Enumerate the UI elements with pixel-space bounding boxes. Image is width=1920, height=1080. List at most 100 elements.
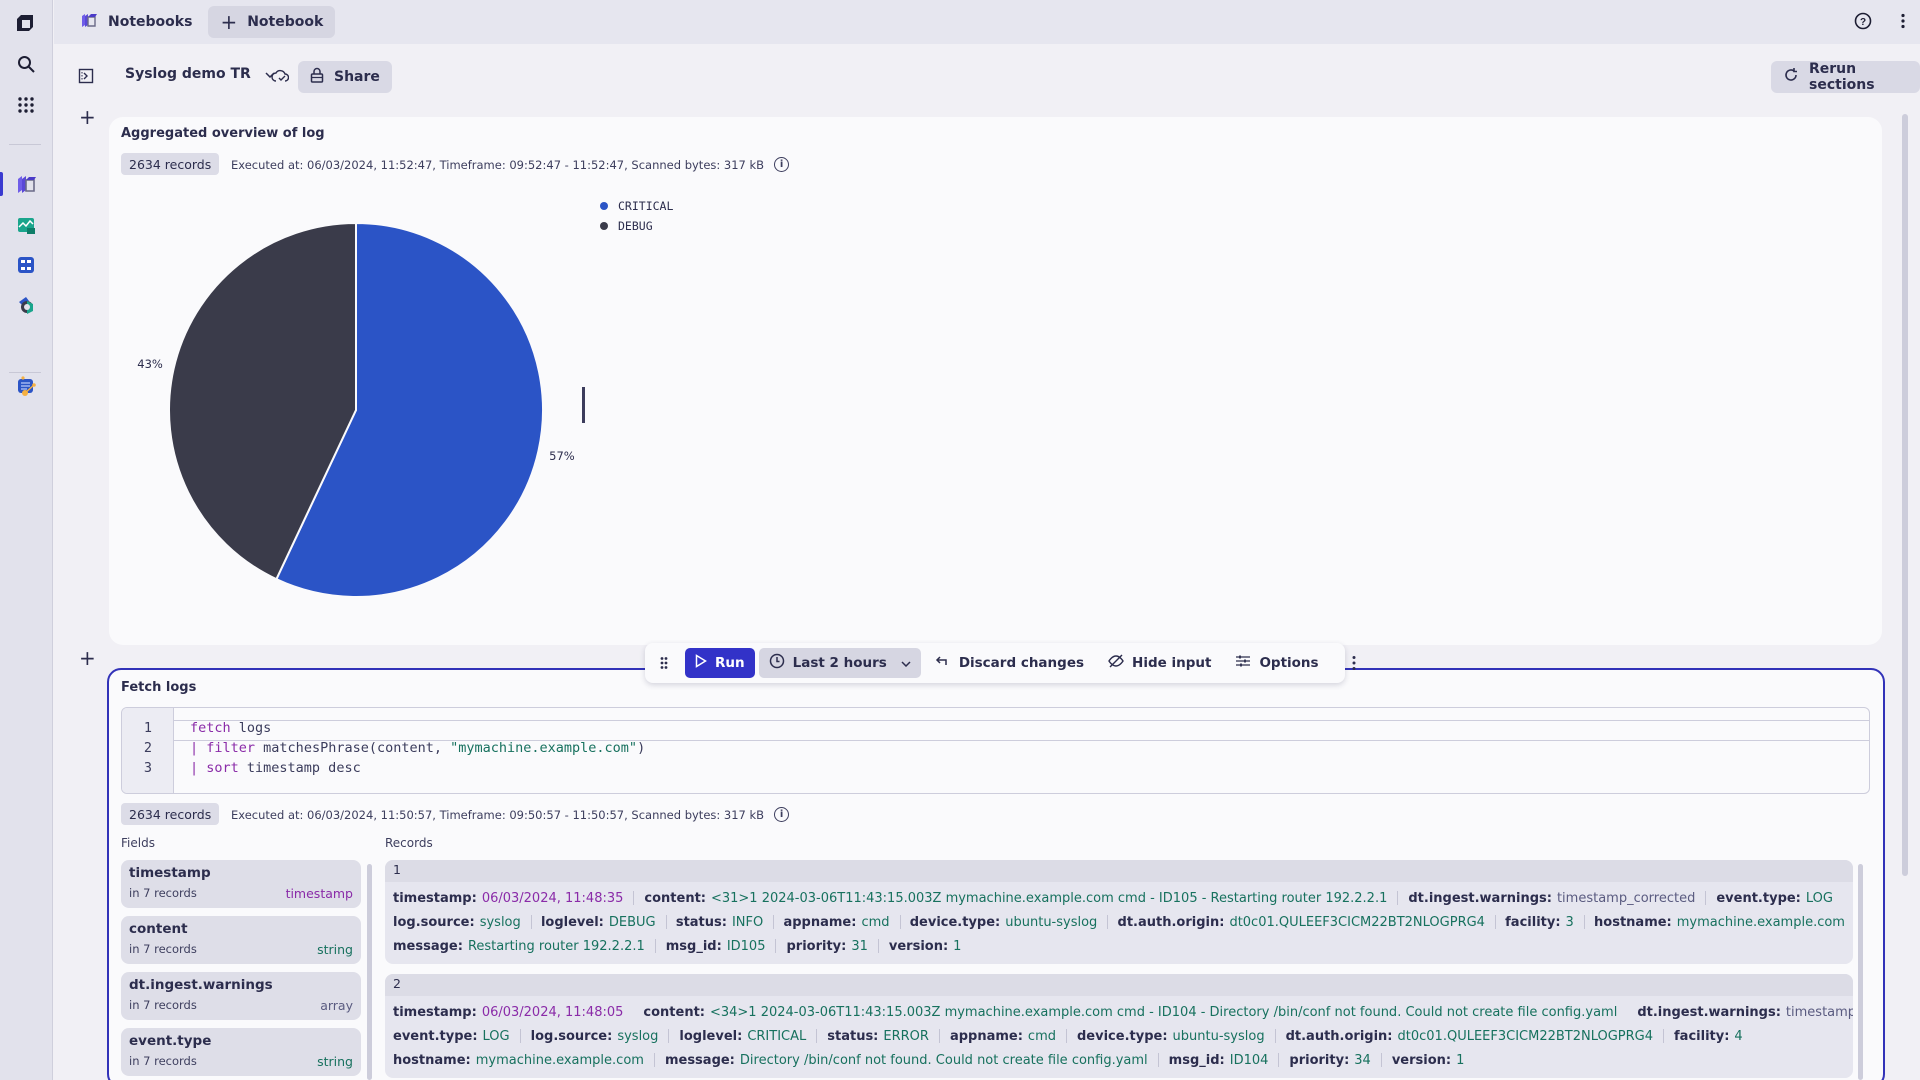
syslog-app-icon[interactable] [14, 374, 38, 398]
dynatrace-logo-icon[interactable] [14, 12, 38, 36]
notebooks-app-tab[interactable]: Notebooks [68, 6, 204, 38]
search-icon[interactable] [14, 52, 38, 76]
record-field[interactable]: version: 1 [889, 939, 962, 954]
record-field-value: syslog [479, 914, 521, 930]
record-field[interactable]: loglevel: CRITICAL [679, 1029, 806, 1044]
hide-input-button[interactable]: Hide input [1098, 648, 1221, 678]
record-field-value: 06/03/2024, 11:48:05 [481, 1004, 624, 1020]
record-field[interactable]: timestamp: 06/03/2024, 11:48:05 [393, 1005, 623, 1020]
code-line[interactable]: fetch logs [190, 720, 271, 736]
record-field-value: 31 [851, 938, 868, 954]
record-field[interactable]: content: <31>1 2024-03-06T11:43:15.003Z m… [644, 891, 1387, 906]
record-field[interactable]: version: 1 [1392, 1053, 1465, 1068]
share-button[interactable]: Share [298, 61, 392, 93]
workflows-app-icon[interactable] [14, 253, 38, 277]
hide-input-label: Hide input [1132, 655, 1212, 671]
record-item[interactable]: 1 timestamp: 06/03/2024, 11:48:35 content: <… [385, 860, 1853, 964]
record-field[interactable]: facility: 3 [1505, 915, 1574, 930]
dashboards-app-icon[interactable] [14, 213, 38, 237]
separator [1157, 1053, 1159, 1067]
undo-icon [935, 654, 951, 672]
record-field[interactable]: dt.ingest.warnings:timestamp_corrected [1408, 891, 1695, 906]
record-field-value: <31>1 2024-03-06T11:43:15.003Z mymachine… [710, 890, 1388, 906]
record-field[interactable]: priority: 31 [786, 939, 867, 954]
separator [877, 939, 879, 953]
record-field[interactable]: status: ERROR [827, 1029, 929, 1044]
fields-scrollbar[interactable] [367, 864, 372, 1080]
add-section-plus-icon[interactable]: + [79, 107, 96, 127]
record-field[interactable]: status: INFO [676, 915, 763, 930]
record-field-key: log.source: [530, 1028, 613, 1044]
record-field[interactable]: log.source: syslog [393, 915, 521, 930]
record-field[interactable]: appname: cmd [950, 1029, 1056, 1044]
notebook-title-dropdown[interactable]: Syslog demo TR [125, 66, 275, 82]
record-field[interactable]: message: Restarting router 192.2.2.1 [393, 939, 645, 954]
field-item[interactable]: event.type in 7 records string [121, 1028, 361, 1076]
record-field[interactable]: content: <34>1 2024-03-06T11:43:15.003Z m… [643, 1005, 1617, 1020]
discard-changes-button[interactable]: Discard changes [925, 648, 1094, 678]
chart-legend: CRITICAL DEBUG [600, 196, 673, 236]
record-item[interactable]: 2 timestamp: 06/03/2024, 11:48:05 content: <… [385, 974, 1853, 1078]
records-scrollbar[interactable] [1858, 864, 1863, 1080]
help-circle-icon[interactable]: ? [1854, 12, 1872, 34]
toggle-outline-icon[interactable] [78, 68, 94, 88]
record-field-key: status: [675, 914, 727, 930]
record-field[interactable]: msg_id: ID104 [1169, 1053, 1269, 1068]
rerun-sections-button[interactable]: Rerun sections [1771, 61, 1920, 93]
drag-handle-icon[interactable] [651, 648, 677, 678]
record-field[interactable]: device.type: ubuntu-syslog [910, 915, 1098, 930]
line-number: 2 [143, 740, 153, 756]
field-item[interactable]: timestamp in 7 records timestamp [121, 860, 361, 908]
record-field[interactable]: message: Directory /bin/conf not found. C… [665, 1053, 1148, 1068]
info-icon-2[interactable]: i [774, 807, 790, 822]
record-field[interactable]: hostname: mymachine.example.com [1594, 915, 1845, 930]
record-field-key: event.type: [1716, 890, 1801, 906]
legend-item-critical[interactable]: CRITICAL [600, 196, 673, 216]
page-scrollbar[interactable] [1902, 114, 1908, 876]
separator [1397, 891, 1399, 905]
record-field[interactable]: log.source: syslog [531, 1029, 659, 1044]
record-field[interactable]: priority: 34 [1289, 1053, 1370, 1068]
sliders-icon [1235, 654, 1251, 672]
add-section-plus-icon-2[interactable]: + [79, 648, 96, 668]
more-vertical-icon[interactable] [1900, 13, 1906, 33]
field-item[interactable]: dt.ingest.warnings in 7 records array [121, 972, 361, 1020]
record-field-value: LOG [482, 1028, 510, 1044]
legend-item-debug[interactable]: DEBUG [600, 216, 673, 236]
code-line[interactable]: | sort timestamp desc [190, 760, 361, 776]
dql-query-editor[interactable]: 1 fetch logs 2 | filter matchesPhrase(conte… [121, 707, 1870, 794]
field-item[interactable]: content in 7 records string [121, 916, 361, 964]
code-line[interactable]: | filter matchesPhrase(content, "mymachi… [190, 740, 645, 756]
timeframe-selector[interactable]: Last 2 hours [758, 648, 921, 678]
notebook-title: Syslog demo TR [125, 66, 251, 82]
clock-icon [769, 653, 785, 673]
record-field[interactable]: dt.auth.origin: dt0c01.QULEEF3CICM22BT2NL… [1286, 1029, 1653, 1044]
record-field[interactable]: dt.ingest.warnings:timestamp_corrected [1637, 1005, 1853, 1020]
record-field[interactable]: device.type: ubuntu-syslog [1077, 1029, 1265, 1044]
separator [816, 1029, 818, 1043]
app-name: Notebooks [108, 14, 193, 30]
chart-resize-handle[interactable] [582, 387, 585, 423]
record-field-value: ubuntu-syslog [1005, 914, 1098, 930]
new-notebook-button[interactable]: + Notebook [208, 6, 336, 38]
record-field-value: 4 [1734, 1028, 1743, 1044]
record-field[interactable]: hostname: mymachine.example.com [393, 1053, 644, 1068]
record-field[interactable]: event.type: LOG [393, 1029, 510, 1044]
record-field[interactable]: loglevel: DEBUG [541, 915, 656, 930]
info-icon[interactable]: i [774, 157, 790, 172]
run-button[interactable]: Run [685, 648, 755, 678]
record-field-key: priority: [786, 938, 847, 954]
record-field[interactable]: appname: cmd [783, 915, 889, 930]
record-field[interactable]: msg_id: ID105 [666, 939, 766, 954]
options-button[interactable]: Options [1225, 648, 1328, 678]
logs-app-icon[interactable] [14, 293, 38, 317]
record-field[interactable]: dt.auth.origin: dt0c01.QULEEF3CICM22BT2NL… [1118, 915, 1485, 930]
record-field[interactable]: facility: 4 [1674, 1029, 1743, 1044]
record-line: log.source: syslog loglevel: DEBUG status: IN… [385, 910, 1853, 934]
record-field-value: timestamp_corrected [1556, 890, 1696, 906]
section-more-icon[interactable] [1341, 648, 1367, 678]
apps-grid-icon[interactable] [14, 93, 38, 117]
record-field[interactable]: timestamp: 06/03/2024, 11:48:35 [393, 891, 623, 906]
notebooks-app-icon[interactable] [14, 172, 38, 196]
record-field[interactable]: event.type: LOG [1716, 891, 1833, 906]
